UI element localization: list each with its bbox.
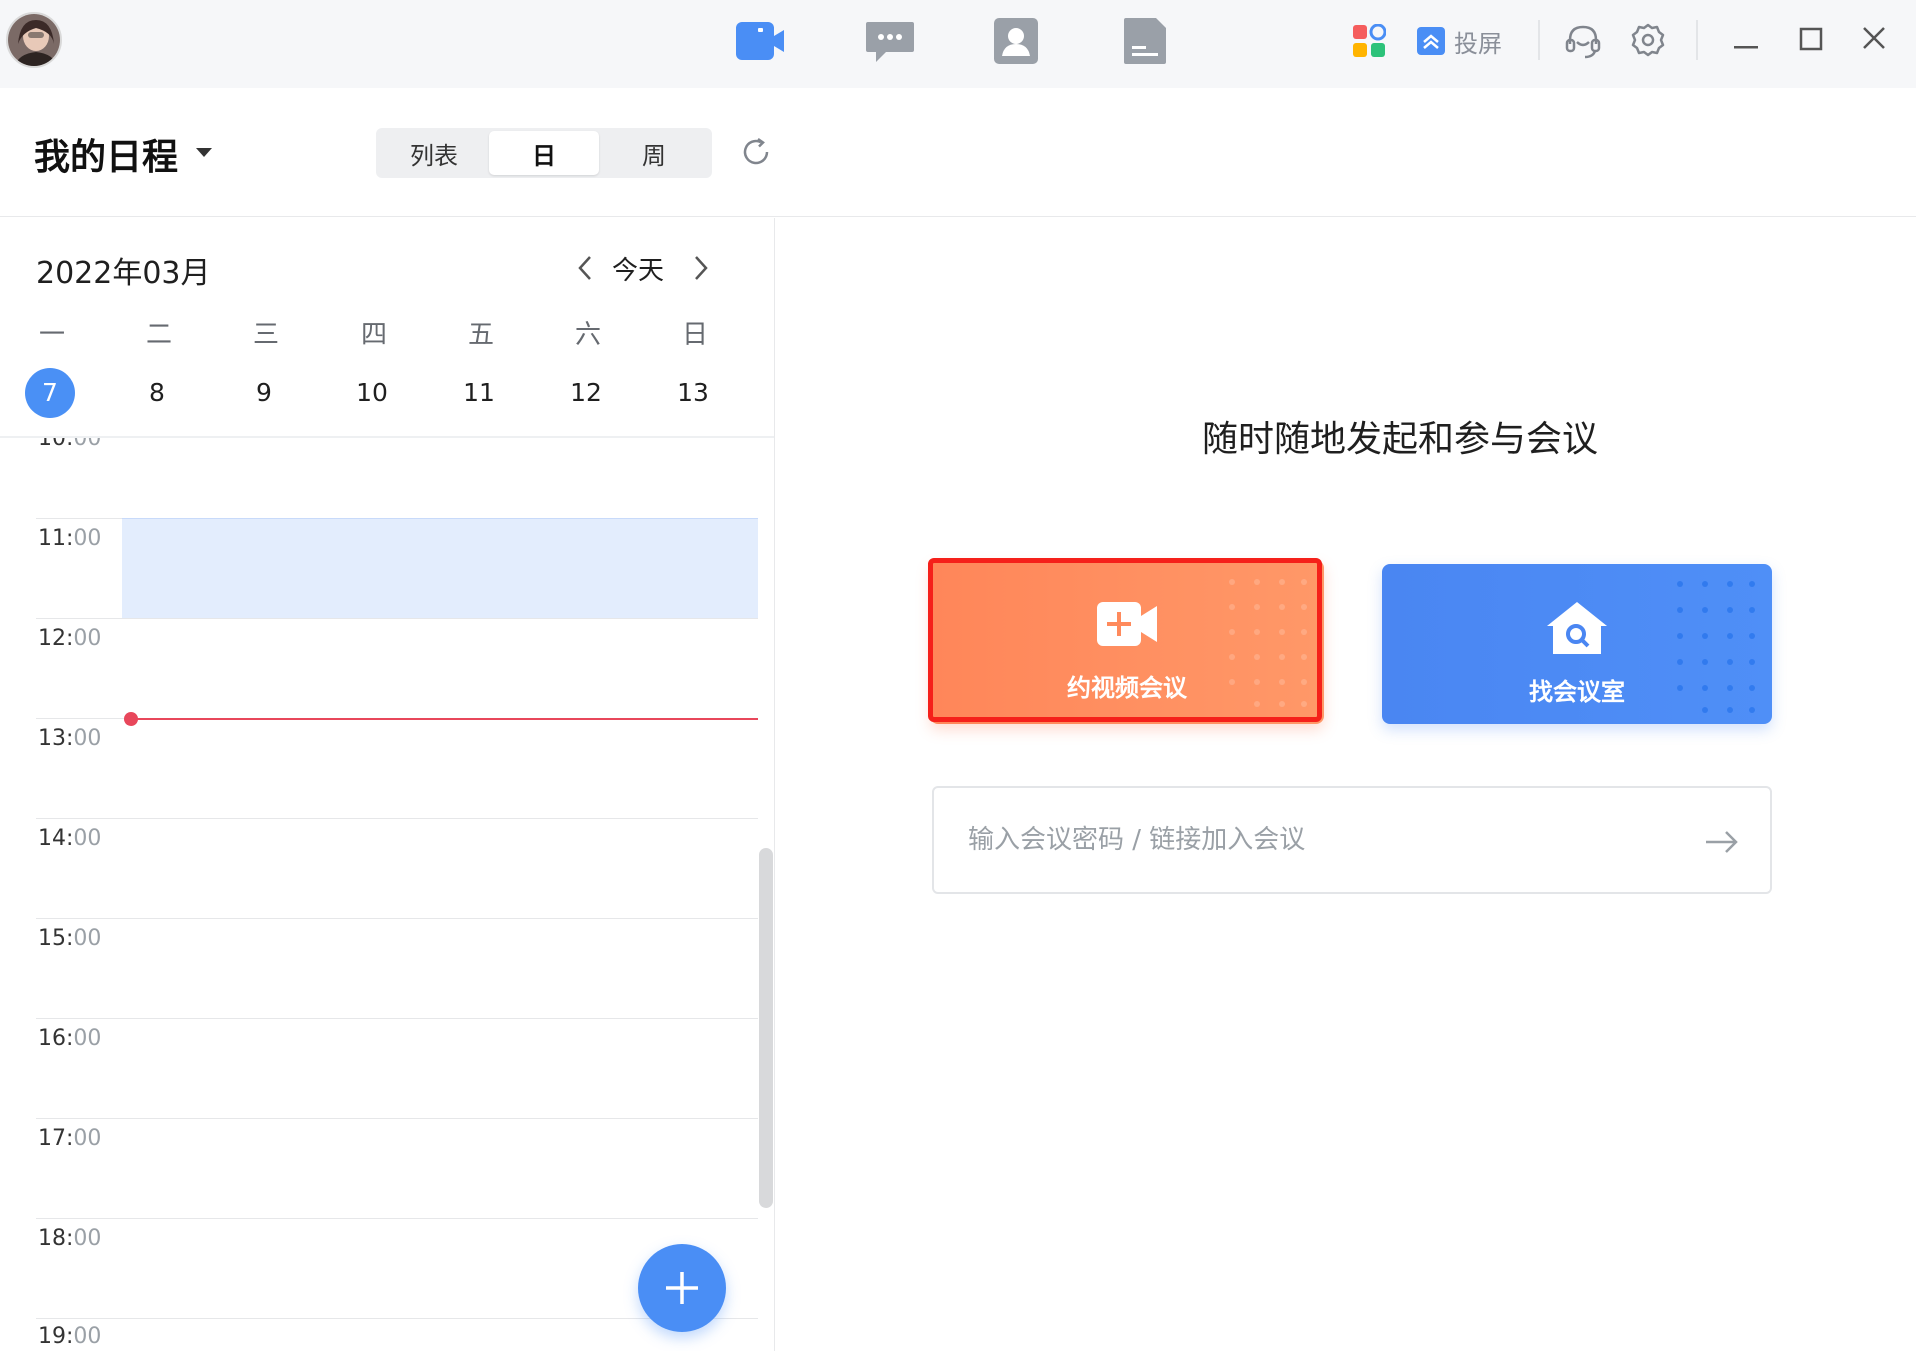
hour-label: 19:00 [38, 1324, 102, 1349]
dot-pattern [1677, 581, 1755, 713]
hour-line [36, 1018, 758, 1019]
nav-contacts-icon[interactable] [990, 16, 1042, 66]
hour-line [36, 1118, 758, 1119]
refresh-icon[interactable] [740, 136, 772, 168]
avatar[interactable] [6, 12, 62, 68]
arrow-right-icon[interactable] [1702, 822, 1742, 862]
hour-line [36, 618, 758, 619]
nav-documents-icon[interactable] [1120, 16, 1172, 66]
plus-icon [666, 1272, 698, 1304]
find-meeting-room-button[interactable]: 找会议室 [1382, 564, 1772, 724]
hour-label: 17:00 [38, 1126, 102, 1151]
close-icon[interactable] [1860, 24, 1888, 64]
month-title: 2022年03月 [36, 256, 211, 291]
day-cell[interactable]: 10 [347, 368, 397, 418]
tab-list[interactable]: 列表 [379, 131, 489, 175]
day-cell[interactable]: 9 [239, 368, 289, 418]
today-button[interactable]: 今天 [612, 250, 664, 287]
hour-line [36, 818, 758, 819]
day-cell-selected[interactable]: 7 [25, 368, 75, 418]
current-time-line [130, 718, 758, 720]
hour-label: 10:00 [38, 438, 102, 451]
meeting-section-title: 随时随地发起和参与会议 [1201, 419, 1598, 460]
divider [1538, 20, 1540, 60]
hour-label: 12:00 [38, 626, 102, 651]
top-bar: 投屏 [0, 0, 1916, 88]
schedule-header: 我的日程 列表 日 周 [0, 88, 1916, 217]
weekday-label: 二 [145, 320, 172, 350]
maximize-icon[interactable] [1798, 26, 1824, 66]
hour-label: 11:00 [38, 526, 102, 551]
hour-line [36, 1218, 758, 1219]
weekday-label: 一 [38, 320, 65, 350]
page-title[interactable]: 我的日程 [34, 128, 178, 180]
caret-down-icon[interactable] [196, 148, 212, 157]
day-cell[interactable]: 13 [668, 368, 718, 418]
tab-day[interactable]: 日 [489, 131, 599, 175]
weekday-label: 六 [574, 320, 601, 350]
highlight-box [928, 558, 1322, 722]
view-switcher: 列表 日 周 [376, 128, 712, 178]
calendar-panel: 2022年03月 今天 一 二 三 四 五 六 日 7 8 9 10 11 12… [0, 218, 775, 1351]
scrollbar[interactable] [759, 848, 773, 1208]
cast-screen-label: 投屏 [1454, 29, 1502, 58]
hour-line [36, 918, 758, 919]
customer-service-icon[interactable] [1564, 22, 1602, 62]
join-meeting-input[interactable] [968, 818, 1668, 862]
join-meeting-field [932, 786, 1772, 894]
divider [1696, 20, 1698, 60]
cast-screen-button[interactable]: 投屏 [1416, 22, 1502, 60]
weekday-label: 四 [360, 320, 387, 350]
cast-screen-icon [1417, 27, 1445, 55]
gear-icon[interactable] [1630, 22, 1666, 62]
weekday-label: 日 [681, 320, 708, 350]
chevron-left-icon[interactable] [574, 254, 596, 282]
app-window: 投屏 我的日程 列表 日 周 2022年03月 今天 一 二 三 四 五 六 日… [0, 0, 1916, 1351]
day-cell[interactable]: 12 [561, 368, 611, 418]
day-cell[interactable]: 11 [454, 368, 504, 418]
add-schedule-button[interactable] [638, 1244, 726, 1332]
hour-label: 14:00 [38, 826, 102, 851]
chevron-right-icon[interactable] [690, 254, 712, 282]
tab-week[interactable]: 周 [599, 131, 709, 175]
minimize-icon[interactable] [1732, 26, 1760, 66]
hour-label: 18:00 [38, 1226, 102, 1251]
nav-video-meeting-icon[interactable] [734, 16, 786, 66]
hour-label: 15:00 [38, 926, 102, 951]
day-cell[interactable]: 8 [132, 368, 182, 418]
weekday-label: 五 [467, 320, 494, 350]
weekday-label: 三 [252, 320, 279, 350]
event-block[interactable] [122, 518, 758, 618]
hour-label: 16:00 [38, 1026, 102, 1051]
day-timeline[interactable]: 10:00 11:00 12:00 13:00 14:00 15:00 16:0… [0, 438, 774, 1351]
apps-icon[interactable] [1352, 24, 1386, 64]
hour-label: 13:00 [38, 726, 102, 751]
nav-chat-icon[interactable] [864, 16, 916, 66]
